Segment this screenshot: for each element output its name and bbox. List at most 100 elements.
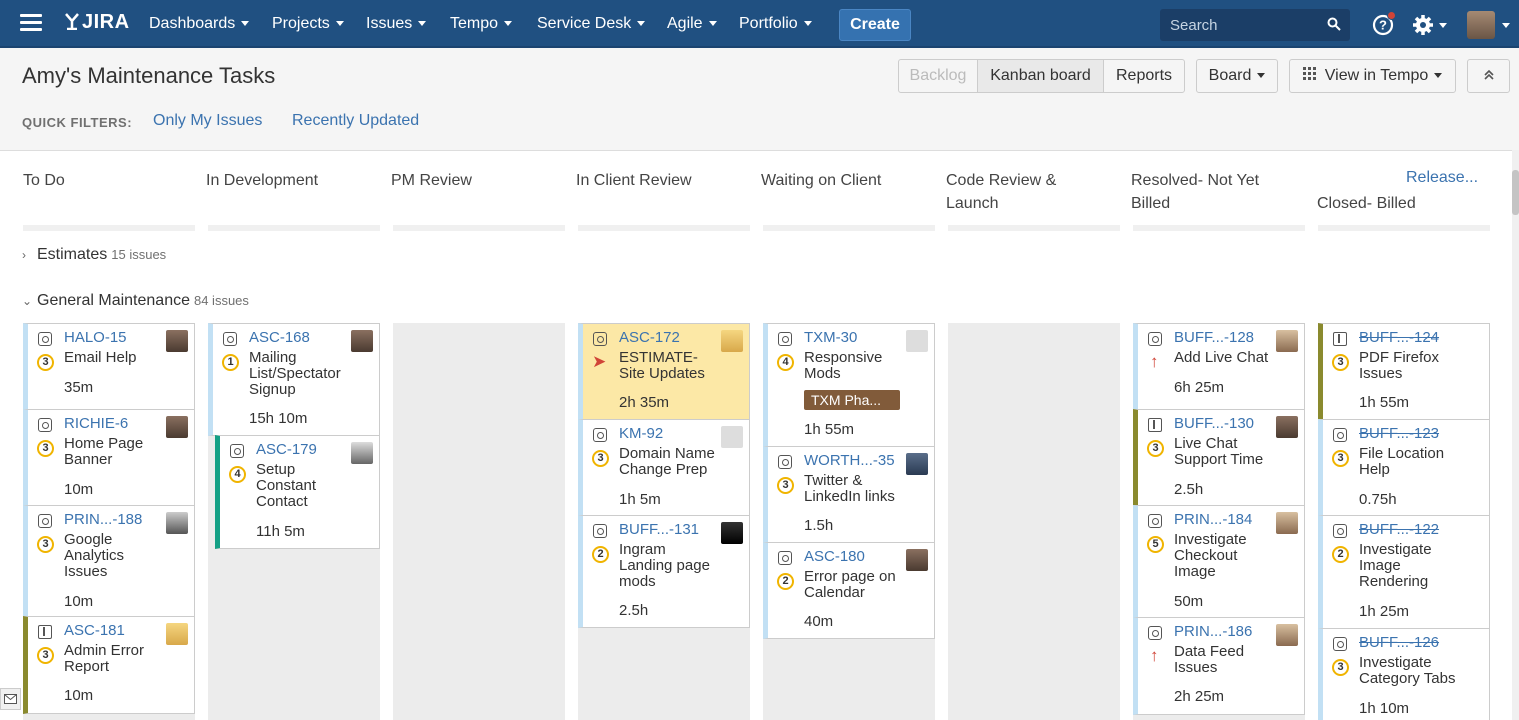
task-type-icon	[593, 332, 607, 346]
menu-icon[interactable]	[20, 14, 42, 34]
feedback-button[interactable]	[0, 688, 21, 710]
issue-card[interactable]: ASC-180 2 Error page on Calendar 40m	[763, 542, 935, 639]
issue-card[interactable]: BUFF...-126 3 Investigate Category Tabs 1…	[1318, 628, 1490, 720]
time-estimate: 35m	[64, 379, 94, 396]
column-header-text: Launch	[946, 195, 999, 212]
board-dropdown[interactable]: Board	[1196, 59, 1278, 93]
issue-card[interactable]: ASC-179 4 Setup Constant Contact 11h 5m	[215, 435, 380, 549]
issue-summary: Google Analytics Issues	[64, 531, 125, 580]
subtask-type-icon	[230, 444, 244, 458]
priority-icon: 4	[229, 466, 246, 483]
issue-card[interactable]: HALO-15 3 Email Help 35m	[23, 323, 195, 410]
view-in-tempo-dropdown[interactable]: View in Tempo	[1289, 59, 1456, 93]
user-avatar[interactable]	[1467, 11, 1495, 39]
collapse-header-button[interactable]	[1467, 59, 1510, 93]
issue-summary: Add Live Chat	[1174, 349, 1269, 366]
issue-card[interactable]: ASC-172 ➤ ESTIMATE- Site Updates 2h 35m	[578, 323, 750, 420]
issue-key[interactable]: ASC-172	[619, 329, 680, 346]
priority-icon: 5	[1147, 536, 1164, 553]
issue-card[interactable]: KM-92 3 Domain Name Change Prep 1h 5m	[578, 419, 750, 516]
issue-summary: Data Feed Issues	[1174, 643, 1245, 676]
column-cell	[393, 323, 565, 720]
column-header-text: Code Review &	[946, 172, 1057, 189]
issue-card[interactable]: BUFF...-124 3 PDF Firefox Issues 1h 55m	[1318, 323, 1490, 420]
board-scrollbar[interactable]	[1512, 150, 1519, 720]
issue-key[interactable]: PRIN...-188	[64, 511, 142, 528]
priority-icon: 3	[777, 477, 794, 494]
column-header-text: Billed	[1131, 195, 1171, 212]
issue-key[interactable]: ASC-180	[804, 548, 865, 565]
assignee-avatar	[351, 330, 373, 352]
issue-key[interactable]: BUFF...-126	[1359, 634, 1439, 651]
search-box[interactable]	[1160, 9, 1350, 41]
issue-key[interactable]: TXM-30	[804, 329, 857, 346]
priority-icon: 3	[1147, 440, 1164, 457]
kanban-board: To Do In Development PM Review In Client…	[0, 150, 1519, 720]
issue-key[interactable]: HALO-15	[64, 329, 127, 346]
issue-key[interactable]: BUFF...-122	[1359, 521, 1439, 538]
epic-label[interactable]: TXM Pha...	[804, 390, 900, 410]
search-icon[interactable]	[1327, 17, 1341, 31]
issue-card[interactable]: BUFF...-128 ↑ Add Live Chat 6h 25m	[1133, 323, 1305, 410]
issue-key[interactable]: PRIN...-186	[1174, 623, 1252, 640]
issue-card[interactable]: BUFF...-130 3 Live Chat Support Time 2.5h	[1133, 409, 1305, 506]
issue-summary: Investigate Category Tabs	[1359, 654, 1456, 687]
issue-key[interactable]: BUFF...-128	[1174, 329, 1254, 346]
profile-caret-icon[interactable]	[1502, 23, 1510, 28]
nav-dashboards[interactable]: Dashboards	[149, 15, 250, 33]
issue-card[interactable]: PRIN...-184 5 Investigate Checkout Image 5…	[1133, 505, 1305, 618]
gear-icon[interactable]	[1411, 13, 1435, 37]
swimlane-estimates[interactable]: › Estimates 15 issues	[22, 246, 166, 264]
issue-key[interactable]: BUFF...-124	[1359, 329, 1439, 346]
issue-key[interactable]: WORTH...-35	[804, 452, 895, 469]
nav-portfolio[interactable]: Portfolio	[739, 15, 812, 33]
issue-key[interactable]: BUFF...-123	[1359, 425, 1439, 442]
chevron-down-icon: ⌄	[22, 294, 33, 308]
issue-card[interactable]: BUFF...-122 2 Investigate Image Rendering …	[1318, 515, 1490, 629]
issue-key[interactable]: ASC-179	[256, 441, 317, 458]
nav-agile[interactable]: Agile	[667, 15, 717, 33]
issue-key[interactable]: BUFF...-131	[619, 521, 699, 538]
create-button[interactable]: Create	[839, 9, 911, 41]
improvement-type-icon	[38, 625, 52, 639]
priority-icon: 2	[592, 546, 609, 563]
search-input[interactable]	[1170, 15, 1320, 35]
issue-key[interactable]: KM-92	[619, 425, 663, 442]
task-type-icon	[38, 514, 52, 528]
issue-key[interactable]: ASC-181	[64, 622, 125, 639]
scrollbar-thumb[interactable]	[1512, 170, 1519, 215]
task-type-icon	[1148, 332, 1162, 346]
nav-projects[interactable]: Projects	[272, 15, 344, 33]
kanban-board-button[interactable]: Kanban board	[977, 59, 1104, 93]
filter-only-my-issues[interactable]: Only My Issues	[153, 112, 262, 130]
jira-logo[interactable]: JIRA	[64, 11, 130, 34]
column-header-waiting-on-client: Waiting on Client	[761, 172, 882, 189]
issue-card[interactable]: WORTH...-35 3 Twitter & LinkedIn links 1.…	[763, 446, 935, 543]
issue-key[interactable]: PRIN...-184	[1174, 511, 1252, 528]
backlog-button[interactable]: Backlog	[898, 59, 978, 93]
issue-key[interactable]: RICHIE-6	[64, 415, 128, 432]
column-divider	[578, 225, 750, 231]
issue-card[interactable]: BUFF...-123 3 File Location Help 0.75h	[1318, 419, 1490, 516]
time-estimate: 2.5h	[1174, 481, 1204, 498]
release-link[interactable]: Release...	[1406, 169, 1478, 187]
issue-card[interactable]: ASC-181 3 Admin Error Report 10m	[23, 616, 195, 714]
swimlane-general-maintenance[interactable]: ⌄ General Maintenance 84 issues	[22, 292, 249, 310]
issue-key[interactable]: BUFF...-130	[1174, 415, 1254, 432]
nav-tempo[interactable]: Tempo	[450, 15, 513, 33]
issue-summary: Setup Constant Contact	[256, 461, 317, 510]
filter-recently-updated[interactable]: Recently Updated	[292, 112, 419, 130]
issue-card[interactable]: TXM-30 4 Responsive Mods TXM Pha... 1h 55…	[763, 323, 935, 447]
reports-button[interactable]: Reports	[1103, 59, 1185, 93]
issue-card[interactable]: BUFF...-131 2 Ingram Landing page mods 2.5…	[578, 515, 750, 628]
settings-caret-icon[interactable]	[1439, 23, 1447, 28]
column-header-resolved: Resolved- Not Yet Billed	[1131, 169, 1303, 215]
issue-card[interactable]: PRIN...-186 ↑ Data Feed Issues 2h 25m	[1133, 617, 1305, 715]
nav-service-desk[interactable]: Service Desk	[537, 15, 646, 33]
issue-key[interactable]: ASC-168	[249, 329, 310, 346]
issue-card[interactable]: RICHIE-6 3 Home Page Banner 10m	[23, 409, 195, 506]
nav-issues[interactable]: Issues	[366, 15, 427, 33]
issue-card[interactable]: ASC-168 1 Mailing List/Spectator Signup 15…	[208, 323, 380, 436]
view-in-tempo-label: View in Tempo	[1324, 67, 1429, 84]
issue-card[interactable]: PRIN...-188 3 Google Analytics Issues 10m	[23, 505, 195, 617]
